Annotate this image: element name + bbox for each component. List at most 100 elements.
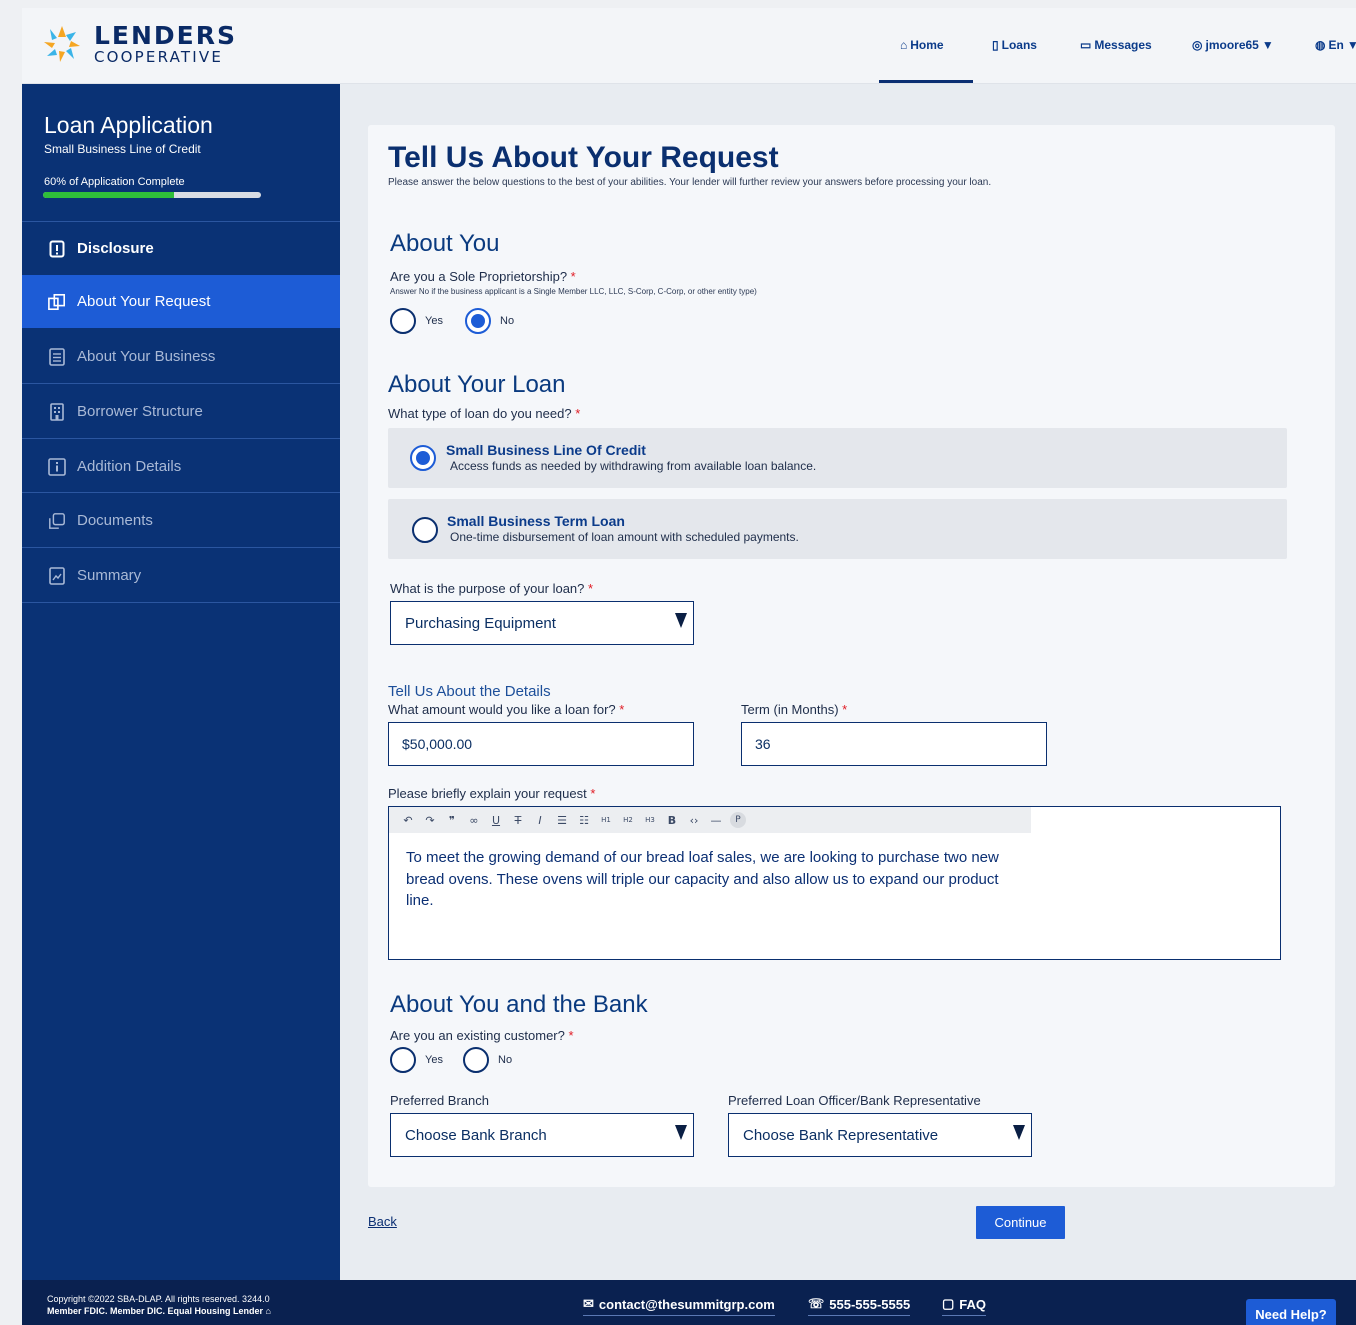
required-marker: * <box>590 786 596 801</box>
phone-icon: ☏ <box>808 1296 825 1311</box>
redo-icon[interactable]: ↷ <box>419 814 441 827</box>
input-value: 36 <box>755 736 771 752</box>
editor-content: To meet the growing demand of our bread … <box>406 849 999 909</box>
editor-toolbar: ↶ ↷ ❞ ∞ U T I ☰ ☷ H1 H2 H3 B ‹› — P <box>389 807 1031 833</box>
code-icon[interactable]: ‹› <box>683 814 705 827</box>
divider <box>22 547 340 548</box>
loan-purpose-select[interactable]: Purchasing Equipment <box>390 601 694 645</box>
h1-icon[interactable]: H1 <box>595 816 617 824</box>
nav-loans[interactable]: ▯ Loans <box>992 38 1037 52</box>
chat-icon: ▭ <box>1080 38 1092 52</box>
info-icon <box>48 457 66 476</box>
divider <box>22 383 340 384</box>
question-text: What type of loan do you need? <box>388 406 572 421</box>
globe-icon: ◍ <box>1315 38 1326 52</box>
existing-customer-yes-radio[interactable]: Yes <box>390 1047 443 1073</box>
question-text: What is the purpose of your loan? <box>390 581 585 596</box>
bank-branch-select[interactable]: Choose Bank Branch <box>390 1113 694 1157</box>
numbered-list-icon[interactable]: ☷ <box>573 814 595 827</box>
h2-icon[interactable]: H2 <box>617 816 639 824</box>
input-value: $50,000.00 <box>402 736 473 752</box>
h3-icon[interactable]: H3 <box>639 816 661 824</box>
nav-language-menu[interactable]: ◍ En ▼ <box>1315 38 1356 52</box>
italic-icon[interactable]: I <box>529 814 551 827</box>
required-marker: * <box>588 581 594 596</box>
progress-fill <box>43 192 174 198</box>
lenders-logo-icon <box>44 26 80 62</box>
sidebar-item-documents[interactable]: Documents <box>22 494 340 547</box>
nav-home[interactable]: ⌂ Home <box>900 38 944 52</box>
footer-email-link[interactable]: ✉ contact@thesummitgrp.com <box>583 1296 775 1316</box>
underline-icon[interactable]: U <box>485 814 507 827</box>
loan-option-term-loan[interactable]: Small Business Term Loan One-time disbur… <box>388 499 1287 559</box>
footer-phone-link[interactable]: ☏ 555-555-5555 <box>808 1296 911 1316</box>
loan-option-description: Access funds as needed by withdrawing fr… <box>450 459 817 473</box>
divider <box>22 492 340 493</box>
nav-user-menu[interactable]: ◎ jmoore65 ▼ <box>1192 38 1274 52</box>
required-marker: * <box>570 269 576 284</box>
radio-label: No <box>500 315 515 327</box>
brand-logo[interactable]: LENDERS COOPERATIVE <box>40 22 237 66</box>
question-text: Are you a Sole Proprietorship? <box>390 269 568 284</box>
section-heading-about-you: About You <box>390 230 500 257</box>
sidebar-item-label: Summary <box>77 567 142 584</box>
radio-unchecked-icon <box>463 1047 489 1073</box>
existing-customer-no-radio[interactable]: No <box>463 1047 512 1073</box>
select-value: Choose Bank Branch <box>405 1126 547 1144</box>
undo-icon[interactable]: ↶ <box>397 814 419 827</box>
paragraph-icon[interactable]: P <box>727 812 749 828</box>
footer-faq-link[interactable]: ▢ FAQ <box>942 1296 987 1316</box>
loan-term-label: Term (in Months) * <box>741 702 847 717</box>
radio-label: No <box>498 1054 513 1066</box>
explain-request-editor[interactable]: ↶ ↷ ❞ ∞ U T I ☰ ☷ H1 H2 H3 B ‹› — P To m… <box>388 806 1281 960</box>
bank-representative-select[interactable]: Choose Bank Representative <box>728 1113 1032 1157</box>
sidebar-item-about-business[interactable]: About Your Business <box>22 330 340 383</box>
radio-unchecked-icon <box>412 517 438 543</box>
sidebar-item-about-request[interactable]: About Your Request <box>22 275 340 328</box>
document-alert-icon <box>48 240 66 258</box>
sidebar-item-borrower-structure[interactable]: Borrower Structure <box>22 385 340 438</box>
sidebar-item-summary[interactable]: Summary <box>22 549 340 602</box>
sidebar-item-addition-details[interactable]: Addition Details <box>22 440 340 493</box>
documents-icon <box>48 512 66 530</box>
nav-loans-label: Loans <box>1001 38 1037 52</box>
link-icon[interactable]: ∞ <box>463 814 485 827</box>
nav-messages[interactable]: ▭ Messages <box>1080 38 1152 52</box>
equal-housing-icon: ⌂ <box>265 1306 271 1316</box>
loan-term-input[interactable]: 36 <box>741 722 1047 766</box>
page-subtitle: Please answer the below questions to the… <box>388 177 992 188</box>
strikethrough-icon[interactable]: T <box>507 814 529 827</box>
sidebar-item-label: Borrower Structure <box>77 403 203 420</box>
bullet-list-icon[interactable]: ☰ <box>551 814 573 827</box>
page-title: Tell Us About Your Request <box>388 141 779 174</box>
horizontal-rule-icon[interactable]: — <box>705 814 727 827</box>
continue-button[interactable]: Continue <box>976 1206 1065 1239</box>
caret-down-icon: ▼ <box>1261 38 1274 52</box>
sidebar-item-label: About Your Business <box>77 348 216 365</box>
question-text: Are you an existing customer? <box>390 1028 565 1043</box>
list-icon <box>48 347 66 366</box>
sole-prop-hint: Answer No if the business applicant is a… <box>390 287 757 296</box>
divider <box>22 438 340 439</box>
home-icon: ⌂ <box>900 38 908 52</box>
active-nav-indicator <box>879 80 973 83</box>
branch-label: Preferred Branch <box>390 1093 489 1108</box>
loan-option-line-of-credit[interactable]: Small Business Line Of Credit Access fun… <box>388 428 1287 488</box>
bold-icon[interactable]: B <box>661 814 683 827</box>
loan-amount-input[interactable]: $50,000.00 <box>388 722 694 766</box>
need-help-button[interactable]: Need Help? <box>1246 1299 1336 1325</box>
sidebar-item-disclosure[interactable]: Disclosure <box>22 222 340 275</box>
section-heading-about-loan: About Your Loan <box>388 371 566 398</box>
sole-prop-no-radio[interactable]: No <box>465 308 514 334</box>
loan-type-question: What type of loan do you need? * <box>388 406 580 421</box>
nav-user-label: jmoore65 <box>1205 38 1259 52</box>
document-icon: ▯ <box>992 38 999 52</box>
sole-prop-yes-radio[interactable]: Yes <box>390 308 443 334</box>
sidebar-item-label: Documents <box>77 512 153 529</box>
quote-icon[interactable]: ❞ <box>441 814 463 827</box>
radio-unchecked-icon <box>390 1047 416 1073</box>
nav-home-label: Home <box>910 38 944 52</box>
select-value: Choose Bank Representative <box>743 1126 939 1144</box>
radio-label: Yes <box>425 315 443 327</box>
back-link[interactable]: Back <box>368 1214 397 1229</box>
